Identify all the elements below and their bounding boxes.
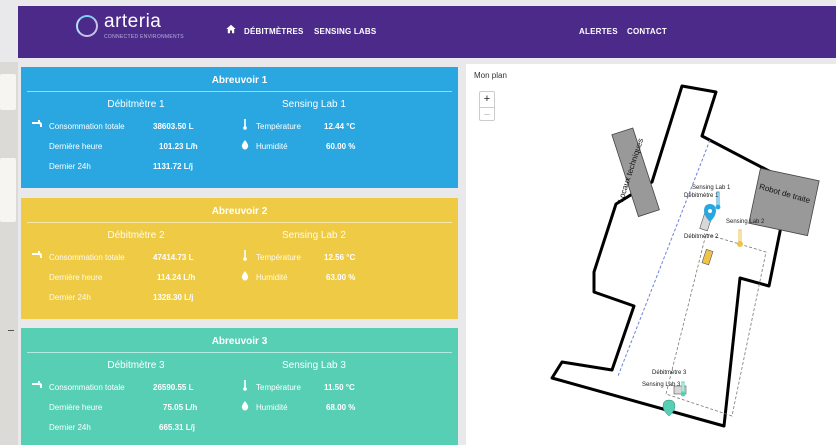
nav-sensing-labs[interactable]: SENSING LABS [314,27,376,36]
logo-tagline: CONNECTED ENVIRONMENTS [104,34,184,40]
last-24h-label: Dernier 24h [49,293,91,302]
thermometer-icon [243,380,247,391]
sensing-lab-title: Sensing Lab 2 [282,230,346,241]
sensor-pin-3 [662,399,676,417]
logo-icon [76,15,98,37]
nav-debitmetres[interactable]: DÉBITMÈTRES [244,27,304,36]
sensing-lab-title: Sensing Lab 1 [282,99,346,110]
last-24h-label: Dernier 24h [49,162,91,171]
flowmeter-title: Débitmètre 2 [107,230,165,241]
sensing-lab-title: Sensing Lab 3 [282,360,346,371]
faucet-icon [32,120,42,127]
map-label-sensing-lab-1: Sensing Lab 1 [692,185,731,191]
top-navbar: arteria CONNECTED ENVIRONMENTS DÉBITMÈTR… [18,6,836,58]
background-panel [0,74,16,110]
humidity-value: 63.00 % [326,273,356,282]
abreuvoir-card-3[interactable]: Abreuvoir 3 Débitmètre 3 Sensing Lab 3 C… [21,328,458,445]
background-panel [0,158,16,222]
temperature-value: 11.50 °C [324,383,355,392]
faucet-icon [32,381,42,388]
last-24h-value: 1328.30 L/j [153,293,194,302]
last-hour-value: 101.23 L/h [159,142,198,151]
total-consumption-label: Consommation totale [49,383,125,392]
humidity-label: Humidité [256,273,288,282]
droplet-icon [241,271,249,281]
last-24h-value: 1131.72 L/j [153,162,194,171]
total-consumption-value: 38603.50 L [153,122,194,131]
last-hour-label: Dernière heure [49,273,103,282]
flowmeter-title: Débitmètre 1 [107,99,165,110]
card-title: Abreuvoir 3 [211,336,268,347]
logo[interactable]: arteria [104,11,161,33]
thermometer-icon [243,119,247,130]
map-label-debitmetre-2: Débitmètre 2 [684,234,719,240]
trough-2-marker [701,249,714,266]
abreuvoir-card-2[interactable]: Abreuvoir 2 Débitmètre 2 Sensing Lab 2 C… [21,198,458,319]
nav-alertes[interactable]: ALERTES [579,27,618,36]
divider [27,91,452,92]
background-strip [0,62,18,445]
total-consumption-value: 26590.55 L [153,383,194,392]
thermo-pin-2 [737,229,743,247]
flowmeter-title: Débitmètre 3 [107,360,165,371]
temperature-label: Température [256,122,301,131]
temperature-label: Température [256,383,301,392]
map-label-sensing-lab-2: Sensing Lab 2 [726,219,765,225]
card-title: Abreuvoir 1 [211,75,268,86]
home-icon[interactable] [226,24,236,34]
background-dash [8,330,14,331]
thermometer-icon [243,250,247,261]
total-consumption-label: Consommation totale [49,122,125,131]
humidity-label: Humidité [256,403,288,412]
temperature-value: 12.44 °C [324,122,356,131]
last-hour-value: 114.24 L/h [157,273,196,282]
faucet-icon [32,251,42,258]
last-hour-label: Dernière heure [49,142,103,151]
divider [27,222,452,223]
nav-contact[interactable]: CONTACT [627,27,667,36]
droplet-icon [241,401,249,411]
humidity-value: 68.00 % [326,403,356,412]
last-24h-label: Dernier 24h [49,423,91,432]
temperature-label: Température [256,253,301,262]
map-label-debitmetre-1: Débitmètre 1 [684,193,719,199]
last-hour-label: Dernière heure [49,403,103,412]
droplet-icon [241,140,249,150]
map-label-sensing-lab-3: Sensing Lab 3 [642,382,681,388]
divider [27,352,452,353]
humidity-value: 60.00 % [326,142,356,151]
floor-plan-drawing: Locaux techniques Robot de traite Sensin… [550,84,820,428]
last-hour-value: 75.05 L/h [163,403,198,412]
total-consumption-value: 47414.73 L [153,253,194,262]
floor-plan-map[interactable]: Mon plan + − Locaux techniques Robot de … [466,64,836,445]
map-label-debitmetre-3: Débitmètre 3 [652,370,687,376]
humidity-label: Humidité [256,142,288,151]
abreuvoir-card-1[interactable]: Abreuvoir 1 Débitmètre 1 Sensing Lab 1 C… [21,67,458,188]
total-consumption-label: Consommation totale [49,253,125,262]
last-24h-value: 665.31 L/j [159,423,196,432]
temperature-value: 12.56 °C [324,253,356,262]
card-title: Abreuvoir 2 [211,206,268,217]
